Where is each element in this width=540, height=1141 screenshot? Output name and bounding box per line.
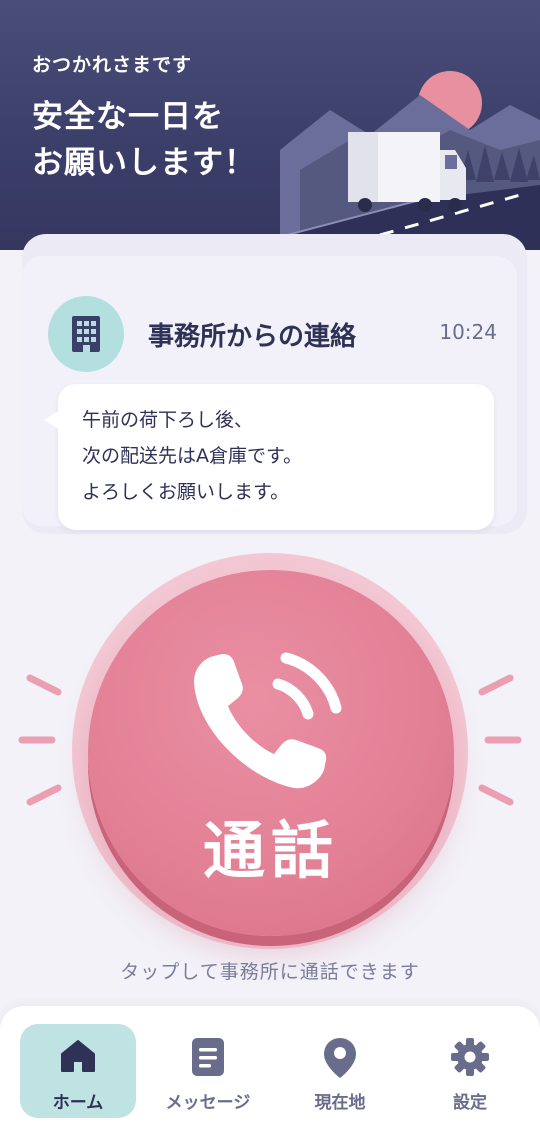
building-icon: [48, 296, 124, 372]
gear-icon: [451, 1038, 489, 1076]
bottom-nav: ホーム メッセージ 現在地 設定: [0, 1006, 540, 1141]
call-area: 通話: [0, 550, 540, 950]
header-banner: おつかれさまです 安全な一日を お願いします！: [0, 0, 540, 250]
nav-item-label: メッセージ: [165, 1093, 251, 1113]
nav-item-location[interactable]: 現在地: [282, 1024, 398, 1118]
nav-item-label: 設定: [453, 1093, 487, 1113]
message-sender-title: 事務所からの連絡: [148, 322, 357, 352]
call-button-label: 通話: [202, 814, 339, 887]
home-icon: [61, 1040, 95, 1072]
nav-item-label: 現在地: [314, 1093, 366, 1113]
greeting-text: おつかれさまです: [32, 54, 193, 76]
location-pin-icon: [324, 1038, 356, 1078]
phone-ringing-icon: [194, 652, 342, 789]
call-button[interactable]: 通話: [88, 570, 454, 936]
document-icon: [192, 1038, 224, 1076]
nav-item-home[interactable]: ホーム: [20, 1024, 136, 1118]
call-hint-text: タップして事務所に通話できます: [120, 961, 420, 983]
nav-item-settings[interactable]: 設定: [412, 1024, 528, 1118]
message-line: 次の配送先はA倉庫です。: [82, 445, 303, 467]
nav-item-label: ホーム: [52, 1093, 104, 1113]
nav-item-messages[interactable]: メッセージ: [150, 1024, 266, 1118]
headline: 安全な一日を お願いします！: [32, 94, 256, 186]
message-line: よろしくお願いします。: [82, 481, 290, 503]
headline-line-2: お願いします！: [32, 145, 256, 181]
headline-line-1: 安全な一日を: [32, 99, 224, 135]
message-timestamp: 10:24: [439, 320, 497, 344]
office-message-card[interactable]: 事務所からの連絡 10:24 午前の荷下ろし後、 次の配送先はA倉庫です。 よろ…: [22, 234, 527, 534]
message-bubble: 午前の荷下ろし後、 次の配送先はA倉庫です。 よろしくお願いします。: [44, 384, 494, 530]
message-card-inner: 事務所からの連絡 10:24 午前の荷下ろし後、 次の配送先はA倉庫です。 よろ…: [22, 256, 517, 530]
message-line: 午前の荷下ろし後、: [82, 409, 254, 431]
